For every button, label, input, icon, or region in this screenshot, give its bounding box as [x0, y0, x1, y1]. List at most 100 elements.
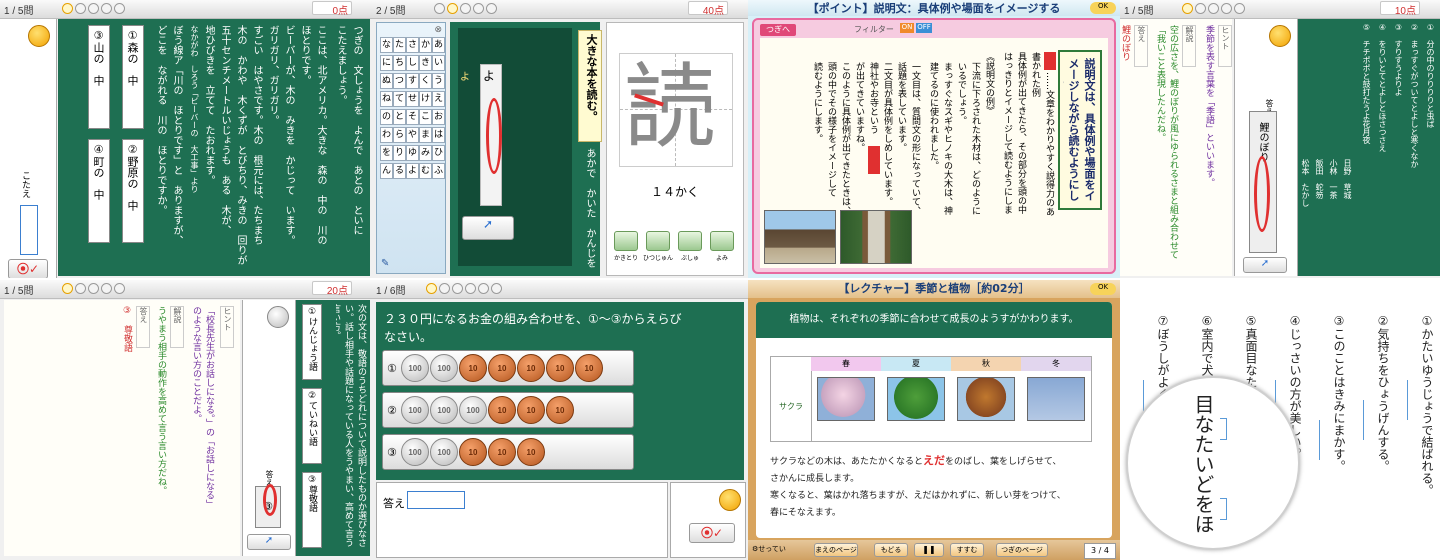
kana-key[interactable]: と — [393, 109, 406, 125]
kana-key[interactable]: み — [419, 145, 432, 161]
kana-key[interactable]: よ — [406, 163, 419, 179]
lecture-subtitle: 植物は、それぞれの季節に合わせて成長のようすがかわります。 — [756, 302, 1112, 338]
pen-icon[interactable]: ✎ — [381, 258, 389, 269]
kana-key[interactable]: に — [380, 55, 393, 71]
red-answer-circle — [1254, 156, 1270, 232]
explain-label: 解説 — [1182, 25, 1196, 67]
pause-button[interactable]: ❚❚ — [914, 543, 944, 557]
kana-key[interactable]: さ — [406, 37, 419, 53]
kana-key[interactable]: ぬ — [380, 73, 393, 89]
kana-key[interactable]: ゆ — [406, 145, 419, 161]
ok-button[interactable]: OK — [1090, 283, 1116, 295]
prev-page-button[interactable]: まえのページ — [814, 543, 858, 557]
option-3[interactable]: ③山の 中 — [88, 25, 110, 129]
kana-key[interactable]: う — [432, 73, 445, 89]
worksheet-item-1: ①かたいゆうじょうで結ばれる。 — [1420, 314, 1434, 496]
question-text: ２３０円になるお金の組み合わせを、①～③からえらびなさい。 — [384, 312, 682, 344]
option-1[interactable]: ①けんじょう語 — [302, 304, 322, 380]
grading-area: ⦿✓ — [670, 482, 746, 558]
spring-photo — [817, 377, 875, 421]
kana-key[interactable]: の — [380, 109, 393, 125]
progress-dots — [62, 283, 127, 297]
coin-option-2[interactable]: ② 100 100 100 10 10 10 — [382, 392, 634, 428]
kana-key[interactable]: り — [393, 145, 406, 161]
kana-key[interactable]: き — [419, 55, 432, 71]
kana-key[interactable]: え — [432, 91, 445, 107]
kana-key[interactable]: ん — [380, 163, 393, 179]
red-answer-circle — [486, 98, 502, 174]
kana-key[interactable]: わ — [380, 127, 393, 143]
kana-key[interactable]: あ — [432, 37, 445, 53]
kana-key[interactable]: る — [393, 163, 406, 179]
kana-key[interactable]: こ — [419, 109, 432, 125]
back-button[interactable]: もどる — [874, 543, 908, 557]
hint-bulb-icon[interactable] — [267, 306, 289, 328]
filter-off-button[interactable]: OFF — [916, 23, 932, 33]
close-icon[interactable]: ⊗ — [434, 25, 442, 35]
kana-key[interactable]: ち — [393, 55, 406, 71]
submit-answer-button[interactable]: ➚ — [1243, 257, 1287, 273]
kana-key[interactable]: す — [406, 73, 419, 89]
lecture-content: 植物は、それぞれの季節に合わせて成長のようすがかわります。 サクラ 春 夏 秋 … — [756, 302, 1112, 538]
kana-key[interactable]: は — [432, 127, 445, 143]
option-4[interactable]: ④町の 中 — [88, 139, 110, 243]
kana-key[interactable]: ま — [419, 127, 432, 143]
kana-key[interactable]: つ — [393, 73, 406, 89]
grade-button[interactable]: ⦿✓ — [8, 259, 48, 278]
hint-bulb-icon[interactable] — [28, 25, 50, 47]
kana-key[interactable]: て — [393, 91, 406, 107]
tool-button-radical[interactable]: ぶしゅ — [675, 231, 705, 271]
kana-key[interactable]: い — [432, 55, 445, 71]
kana-key[interactable]: く — [419, 73, 432, 89]
filter-on-button[interactable]: ON — [900, 23, 914, 33]
kana-key[interactable]: ら — [393, 127, 406, 143]
ok-button[interactable]: OK — [1090, 2, 1116, 14]
next-page-button[interactable]: つぎのページ — [996, 543, 1048, 557]
answer-area: こたえ ⦿✓ — [0, 19, 57, 278]
submit-answer-button[interactable]: ➚ — [247, 534, 291, 550]
kana-key[interactable]: そ — [406, 109, 419, 125]
kana-key[interactable]: た — [393, 37, 406, 53]
option-2[interactable]: ②野原の 中 — [122, 139, 144, 243]
option-2[interactable]: ②ていねい語 — [302, 388, 322, 464]
tool-button-pencil[interactable]: かきとり — [611, 231, 641, 271]
forward-button[interactable]: すすむ — [950, 543, 984, 557]
answer-input[interactable]: 鯉のぼり — [1249, 111, 1277, 253]
kana-key[interactable]: か — [419, 37, 432, 53]
kana-key[interactable]: ね — [380, 91, 393, 107]
tool-button-order[interactable]: ひつじゅん — [643, 231, 673, 271]
answer-input[interactable] — [20, 205, 38, 255]
check-mark-icon: ⦿✓ — [700, 526, 724, 540]
submit-answer-button[interactable]: ➚ — [462, 216, 514, 240]
hint-bulb-icon[interactable] — [719, 489, 741, 511]
coin-option-1[interactable]: ① 100 100 10 10 10 10 10 — [382, 350, 634, 386]
kana-key[interactable]: け — [419, 91, 432, 107]
tool-label: よみ — [715, 255, 728, 262]
answer-input[interactable] — [407, 491, 465, 509]
settings-button[interactable]: ⚙せってい — [752, 544, 786, 554]
kana-key[interactable]: お — [432, 109, 445, 125]
kana-key[interactable]: ふ — [432, 163, 445, 179]
next-tab[interactable]: つぎへ — [760, 24, 796, 36]
kana-key[interactable]: せ — [406, 91, 419, 107]
kana-key[interactable]: や — [406, 127, 419, 143]
order-icon — [646, 231, 670, 251]
option-3[interactable]: ③尊敬語 — [302, 472, 322, 548]
score-display: 40点 — [688, 1, 728, 17]
kana-key[interactable]: な — [380, 37, 393, 53]
progress-dots — [426, 283, 504, 297]
worksheet-item-3: ③このことはきみにまかす。 — [1332, 314, 1346, 472]
board-inner: よ よ ➚ — [458, 28, 572, 266]
panel-keigo: 1 / 5問 20点 ヒント 「校長先生がお話しになる。」の「お話しになる」のよ… — [0, 280, 372, 560]
kana-key[interactable]: し — [406, 55, 419, 71]
option-1[interactable]: ①森の 中 — [122, 25, 144, 129]
point-content: 説明文は、具体例や場面をイメージしながら読むようにします。 ……文章をわかりやす… — [760, 38, 1108, 268]
kana-key[interactable]: ひ — [432, 145, 445, 161]
grade-button[interactable]: ⦿✓ — [689, 523, 735, 543]
hint-bulb-icon[interactable] — [1269, 25, 1291, 47]
writing-board: よ よ ➚ 大きな本を読む。 あかで かいた かんじを よみましょう。 — [450, 22, 602, 276]
kana-key[interactable]: む — [419, 163, 432, 179]
kana-key[interactable]: を — [380, 145, 393, 161]
tool-button-reading[interactable]: よみ — [707, 231, 737, 271]
coin-option-3[interactable]: ③ 100 100 10 10 10 — [382, 434, 634, 470]
